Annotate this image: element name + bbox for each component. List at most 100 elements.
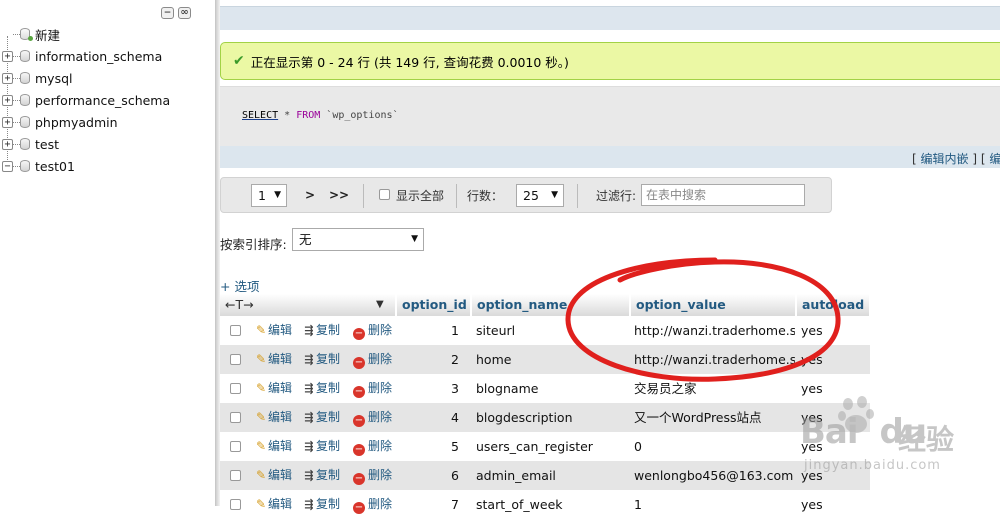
copy-icon: ⇶ <box>304 353 314 366</box>
cell-autoload[interactable]: yes <box>801 316 867 345</box>
last-page-button[interactable]: >> <box>329 188 349 202</box>
cell-option-value[interactable]: http://wanzi.traderhome.site <box>634 345 795 374</box>
copy-row-button[interactable]: ⇶ 复制 <box>302 432 340 461</box>
cell-autoload[interactable]: yes <box>801 403 867 432</box>
tree-branch <box>13 56 20 57</box>
database-icon <box>20 138 30 150</box>
options-toggle-link[interactable]: + 选项 <box>220 276 259 295</box>
page-select[interactable]: 1 ▼ <box>251 184 287 207</box>
next-page-button[interactable]: > <box>305 188 315 202</box>
cell-option-name[interactable]: start_of_week <box>476 490 626 519</box>
cell-option-name[interactable]: users_can_register <box>476 432 626 461</box>
edit-link[interactable]: 编 <box>989 152 1000 166</box>
cell-option-name[interactable]: home <box>476 345 626 374</box>
show-all-checkbox[interactable] <box>379 189 390 200</box>
sort-by-index-select[interactable]: 无 ▼ <box>292 228 424 251</box>
cell-autoload[interactable]: yes <box>801 432 867 461</box>
database-icon <box>20 50 30 62</box>
row-select-checkbox[interactable] <box>230 325 241 336</box>
cell-option-value[interactable]: 0 <box>634 432 795 461</box>
collapse-all-icon[interactable]: − <box>161 7 174 19</box>
copy-row-button[interactable]: ⇶ 复制 <box>302 345 340 374</box>
edit-row-button[interactable]: ✎ 编辑 <box>254 316 292 345</box>
nav-item-new[interactable]: 新建 <box>0 24 210 44</box>
cell-autoload[interactable]: yes <box>801 345 867 374</box>
edit-row-button[interactable]: ✎ 编辑 <box>254 461 292 490</box>
cell-option-id[interactable]: 2 <box>397 345 459 374</box>
edit-row-button[interactable]: ✎ 编辑 <box>254 432 292 461</box>
copy-label: 复制 <box>316 410 341 424</box>
column-header-autoload[interactable]: autoload <box>797 294 870 316</box>
cell-option-value[interactable]: 交易员之家 <box>634 374 795 403</box>
delete-row-button[interactable]: − 删除 <box>353 345 392 374</box>
cell-option-id[interactable]: 3 <box>397 374 459 403</box>
row-select-checkbox[interactable] <box>230 441 241 452</box>
pencil-icon: ✎ <box>255 381 267 395</box>
cell-autoload[interactable]: yes <box>801 490 867 519</box>
cell-option-name[interactable]: blogname <box>476 374 626 403</box>
cell-option-name[interactable]: admin_email <box>476 461 626 490</box>
expand-icon[interactable]: + <box>2 138 13 150</box>
delete-row-button[interactable]: − 删除 <box>353 432 392 461</box>
edit-inline-link[interactable]: 编辑内嵌 <box>921 152 969 166</box>
expand-icon[interactable]: + <box>2 72 13 84</box>
cell-option-id[interactable]: 7 <box>397 490 459 519</box>
delete-row-button[interactable]: − 删除 <box>353 374 392 403</box>
expand-icon[interactable]: + <box>2 50 13 62</box>
nav-item-mysql[interactable]: + mysql <box>0 68 210 88</box>
expand-icon[interactable]: + <box>2 116 13 128</box>
tree-branch <box>13 166 20 167</box>
delete-row-button[interactable]: − 删除 <box>353 490 392 519</box>
copy-row-button[interactable]: ⇶ 复制 <box>302 490 340 519</box>
cell-option-name[interactable]: siteurl <box>476 316 626 345</box>
nav-item-test[interactable]: + test <box>0 134 210 154</box>
cell-option-value[interactable]: 又一个WordPress站点 <box>634 403 795 432</box>
sort-toggle-icon[interactable]: ▼ <box>376 294 384 316</box>
cell-option-value[interactable]: 1 <box>634 490 795 519</box>
rows-per-page-select[interactable]: 25 ▼ <box>516 184 564 207</box>
cell-option-id[interactable]: 4 <box>397 403 459 432</box>
cell-option-id[interactable]: 6 <box>397 461 459 490</box>
expand-icon[interactable]: − <box>2 160 13 172</box>
edit-row-button[interactable]: ✎ 编辑 <box>254 403 292 432</box>
copy-row-button[interactable]: ⇶ 复制 <box>302 461 340 490</box>
copy-row-button[interactable]: ⇶ 复制 <box>302 316 340 345</box>
column-header-option-name[interactable]: option_name <box>472 294 630 316</box>
nav-item-phpmyadmin[interactable]: + phpmyadmin <box>0 112 210 132</box>
column-header-option-value[interactable]: option_value <box>631 294 796 316</box>
copy-row-button[interactable]: ⇶ 复制 <box>302 374 340 403</box>
expand-icon[interactable]: + <box>2 94 13 106</box>
row-select-checkbox[interactable] <box>230 470 241 481</box>
edit-row-button[interactable]: ✎ 编辑 <box>254 490 292 519</box>
cell-autoload[interactable]: yes <box>801 461 867 490</box>
sql-select-keyword[interactable]: SELECT <box>242 110 278 121</box>
column-resize-icon[interactable]: ←T→ <box>225 297 254 312</box>
cell-option-id[interactable]: 1 <box>397 316 459 345</box>
row-select-checkbox[interactable] <box>230 412 241 423</box>
copy-icon: ⇶ <box>304 411 314 424</box>
column-header-option-id[interactable]: option_id <box>397 294 471 316</box>
cell-option-name[interactable]: blogdescription <box>476 403 626 432</box>
edit-row-button[interactable]: ✎ 编辑 <box>254 345 292 374</box>
sql-query-box: SELECT * FROM `wp_options` <box>220 86 1000 146</box>
table-row: ✎ 编辑 ⇶ 复制 − 删除 6 admin_email wenlongbo456@163.co… <box>220 461 870 490</box>
delete-row-button[interactable]: − 删除 <box>353 461 392 490</box>
filter-rows-input[interactable] <box>641 184 805 206</box>
delete-row-button[interactable]: − 删除 <box>353 316 392 345</box>
nav-item-information-schema[interactable]: + information_schema <box>0 46 210 66</box>
row-select-checkbox[interactable] <box>230 499 241 510</box>
cell-option-value[interactable]: http://wanzi.traderhome.site <box>634 316 795 345</box>
delete-row-button[interactable]: − 删除 <box>353 403 392 432</box>
cell-option-value[interactable]: wenlongbo456@163.com <box>634 461 795 490</box>
row-select-checkbox[interactable] <box>230 383 241 394</box>
row-select-checkbox[interactable] <box>230 354 241 365</box>
nav-item-test01[interactable]: − test01 <box>0 156 210 176</box>
copy-row-button[interactable]: ⇶ 复制 <box>302 403 340 432</box>
nav-item-performance-schema[interactable]: + performance_schema <box>0 90 210 110</box>
bracket-open: [ <box>912 152 921 166</box>
cell-option-id[interactable]: 5 <box>397 432 459 461</box>
new-database-icon <box>20 28 33 41</box>
link-with-main-icon[interactable]: ∞ <box>178 7 191 19</box>
edit-row-button[interactable]: ✎ 编辑 <box>254 374 292 403</box>
cell-autoload[interactable]: yes <box>801 374 867 403</box>
